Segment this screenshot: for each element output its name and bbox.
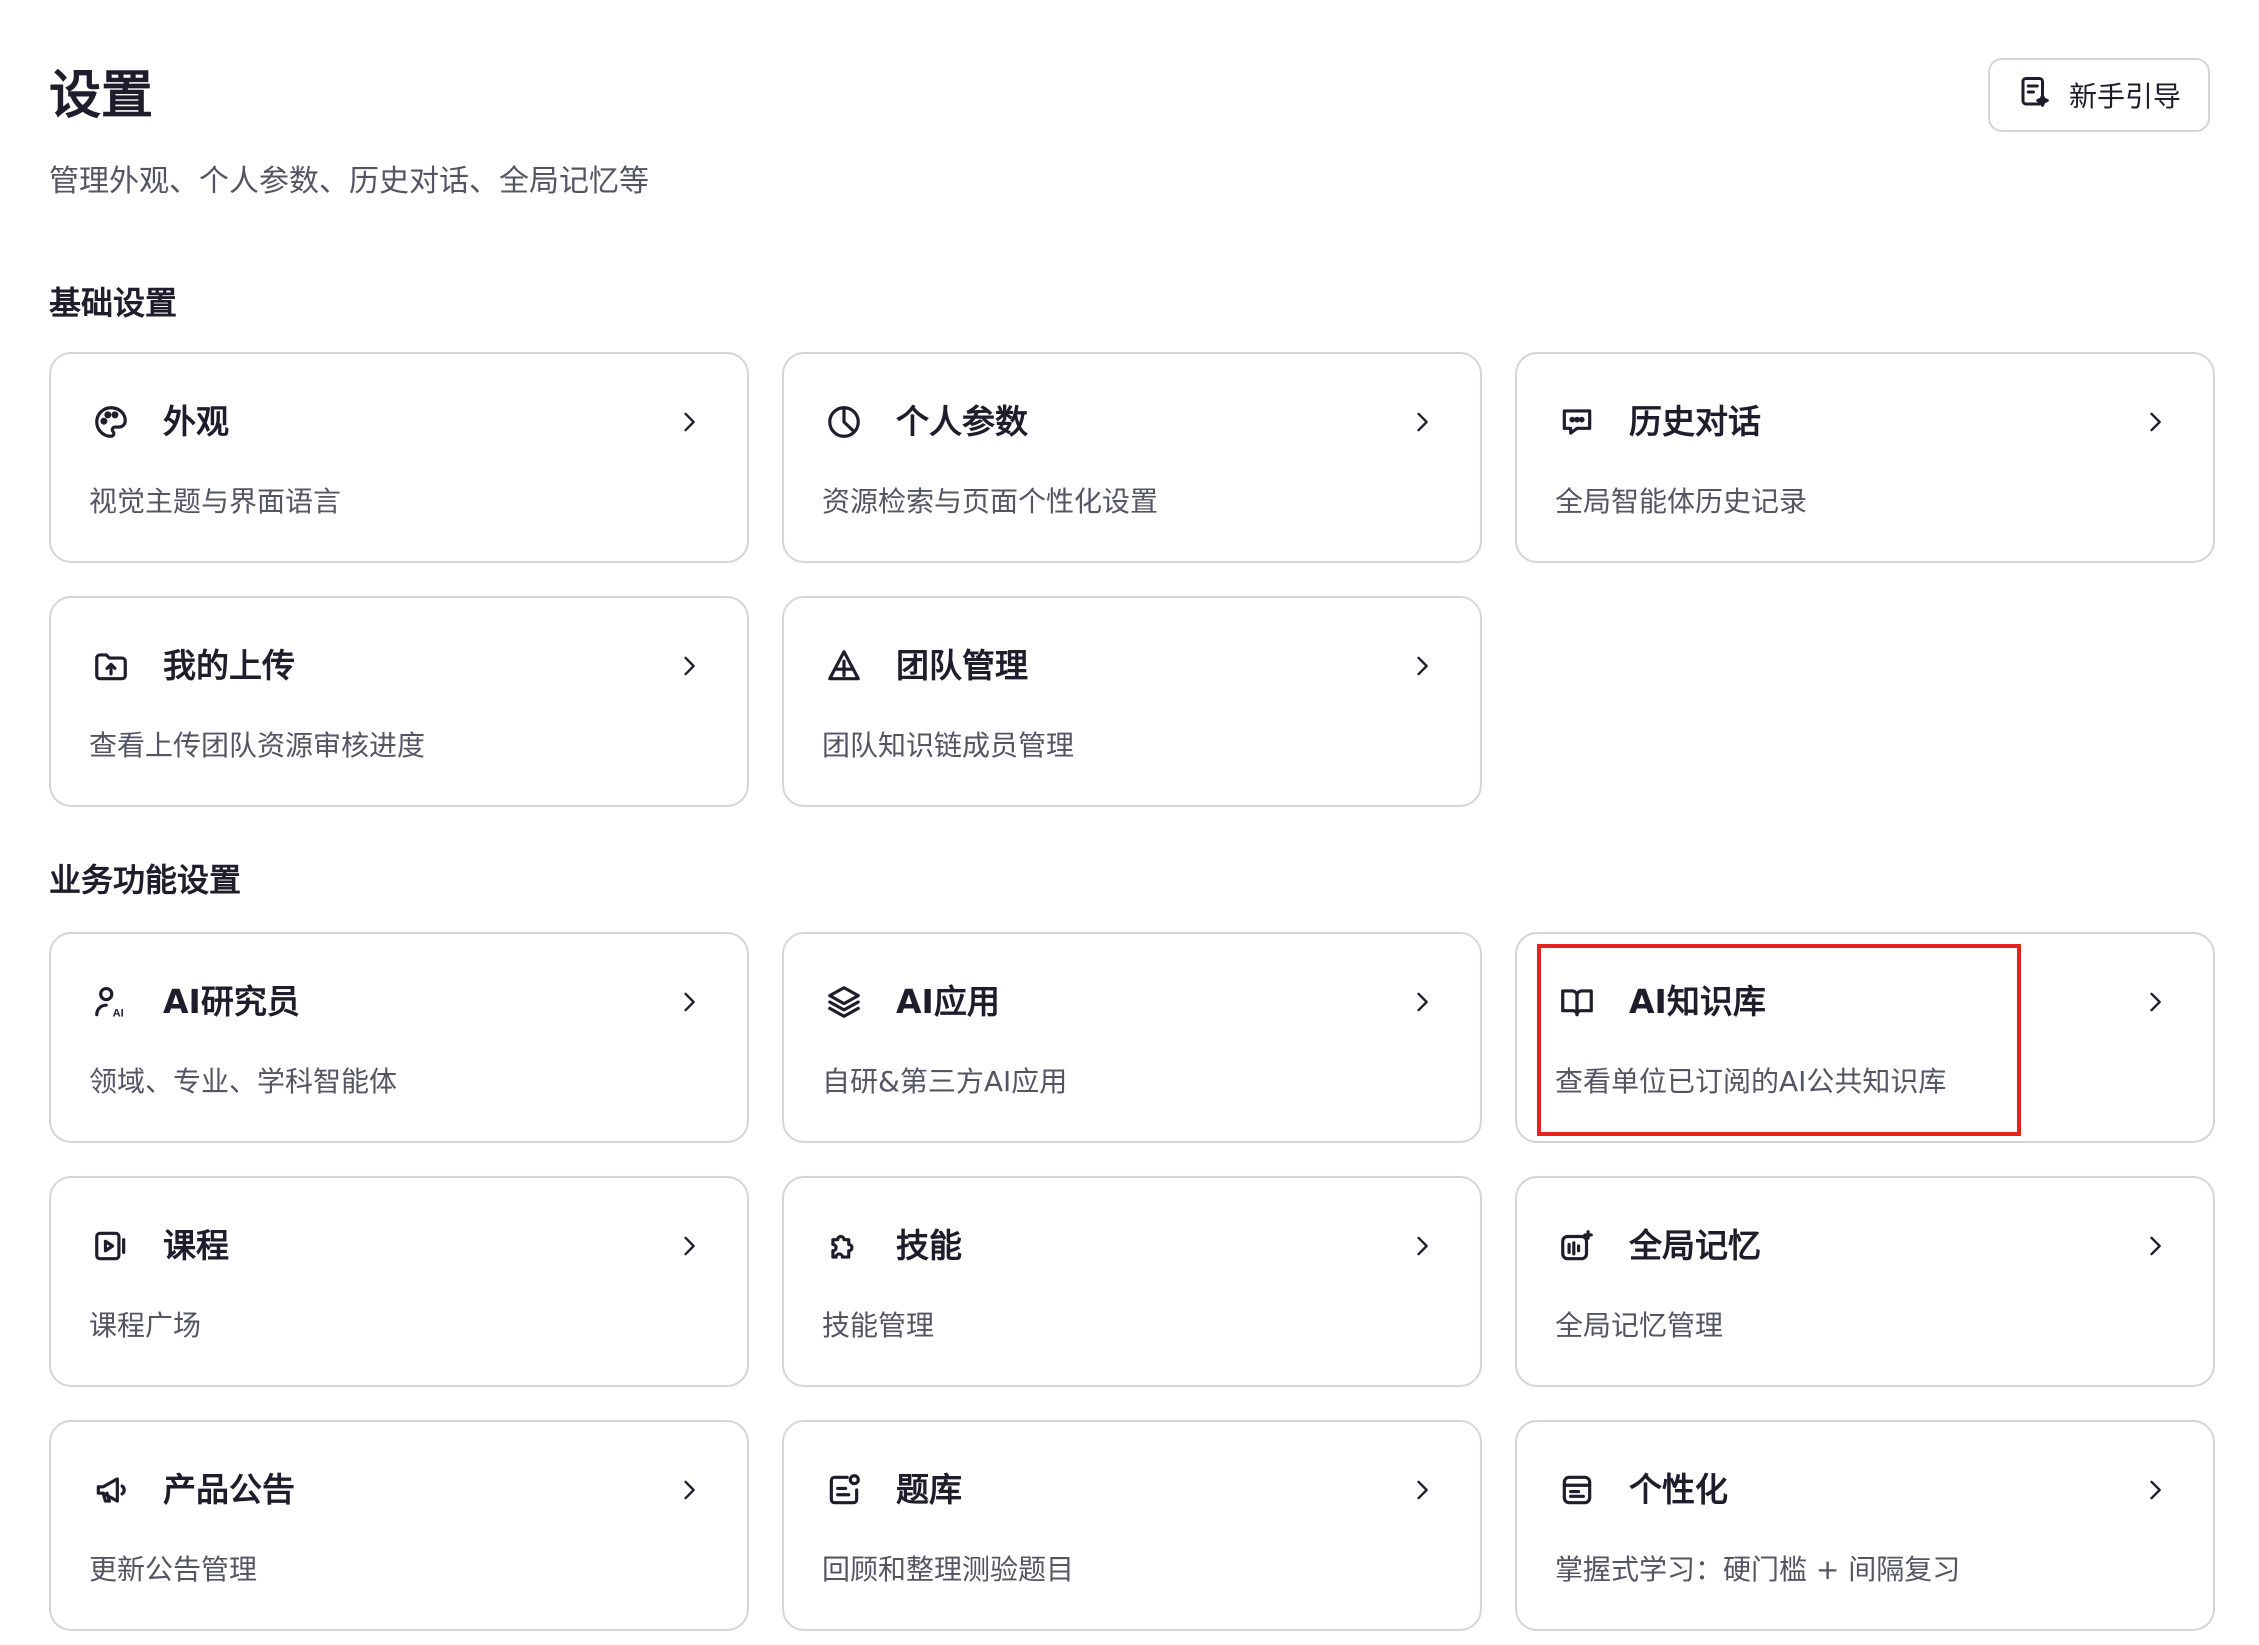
card-ai-researcher[interactable]: AI AI研究员 领域、专业、学科智能体 (49, 932, 749, 1143)
card-title: 题库 (896, 1470, 962, 1509)
card-description: 课程广场 (89, 1309, 202, 1342)
chevron-right-icon (2141, 1476, 2169, 1504)
card-description: 领域、专业、学科智能体 (89, 1065, 398, 1098)
card-title: 外观 (163, 402, 229, 441)
puzzle-icon (824, 1226, 864, 1266)
card-description: 团队知识链成员管理 (822, 729, 1075, 762)
team-icon (824, 646, 864, 686)
guide-button-label: 新手引导 (2068, 80, 2181, 113)
card-team-management[interactable]: 团队管理 团队知识链成员管理 (782, 596, 1482, 807)
chevron-right-icon (1408, 1476, 1436, 1504)
ai-researcher-icon: AI (91, 982, 131, 1022)
card-title: 产品公告 (163, 1470, 295, 1509)
chevron-right-icon (1408, 652, 1436, 680)
card-description: 技能管理 (822, 1309, 935, 1342)
personalize-icon (1557, 1470, 1597, 1510)
card-title: 历史对话 (1629, 402, 1761, 441)
card-title: 我的上传 (163, 646, 295, 685)
chevron-right-icon (675, 652, 703, 680)
business-settings-grid: AI AI研究员 领域、专业、学科智能体 AI应用 自研&第三方AI应用 AI知… (49, 932, 2215, 1631)
chat-history-icon (1557, 402, 1597, 442)
card-description: 自研&第三方AI应用 (822, 1065, 1068, 1098)
card-description: 掌握式学习：硬门槛 + 间隔复习 (1555, 1553, 1961, 1586)
card-description: 查看单位已订阅的AI公共知识库 (1555, 1065, 1947, 1098)
card-title: AI应用 (896, 982, 1000, 1021)
card-title: 全局记忆 (1629, 1226, 1761, 1265)
chevron-right-icon (675, 1476, 703, 1504)
chevron-right-icon (1408, 1232, 1436, 1260)
card-appearance[interactable]: 外观 视觉主题与界面语言 (49, 352, 749, 563)
chevron-right-icon (675, 1232, 703, 1260)
card-question-bank[interactable]: 题库 回顾和整理测验题目 (782, 1420, 1482, 1631)
card-title: 团队管理 (896, 646, 1028, 685)
question-bank-icon (824, 1470, 864, 1510)
card-product-announcements[interactable]: 产品公告 更新公告管理 (49, 1420, 749, 1631)
section-title-basic: 基础设置 (49, 284, 178, 322)
chevron-right-icon (2141, 1232, 2169, 1260)
card-title: 个性化 (1629, 1470, 1728, 1509)
page-subtitle: 管理外观、个人参数、历史对话、全局记忆等 (49, 164, 649, 199)
layers-icon (824, 982, 864, 1022)
svg-text:AI: AI (113, 1007, 124, 1019)
pie-chart-icon (824, 402, 864, 442)
card-title: AI知识库 (1629, 982, 1766, 1021)
chevron-right-icon (675, 988, 703, 1016)
card-skills[interactable]: 技能 技能管理 (782, 1176, 1482, 1387)
section-title-business: 业务功能设置 (49, 861, 242, 899)
course-icon (91, 1226, 131, 1266)
megaphone-icon (91, 1470, 131, 1510)
card-ai-apps[interactable]: AI应用 自研&第三方AI应用 (782, 932, 1482, 1143)
card-title: AI研究员 (163, 982, 300, 1021)
card-description: 全局智能体历史记录 (1555, 485, 1808, 518)
basic-settings-grid: 外观 视觉主题与界面语言 个人参数 资源检索与页面个性化设置 历史对话 全局智能… (49, 352, 2215, 807)
chevron-right-icon (675, 408, 703, 436)
memory-icon (1557, 1226, 1597, 1266)
card-title: 课程 (163, 1226, 229, 1265)
card-chat-history[interactable]: 历史对话 全局智能体历史记录 (1515, 352, 2215, 563)
beginner-guide-button[interactable]: 新手引导 (1988, 58, 2210, 132)
card-my-uploads[interactable]: 我的上传 查看上传团队资源审核进度 (49, 596, 749, 807)
card-description: 更新公告管理 (89, 1553, 258, 1586)
card-description: 查看上传团队资源审核进度 (89, 729, 426, 762)
card-description: 资源检索与页面个性化设置 (822, 485, 1159, 518)
book-icon (1557, 982, 1597, 1022)
chevron-right-icon (1408, 408, 1436, 436)
card-personal-params[interactable]: 个人参数 资源检索与页面个性化设置 (782, 352, 1482, 563)
page-title: 设置 (49, 66, 154, 126)
upload-folder-icon (91, 646, 131, 686)
card-title: 技能 (896, 1226, 962, 1265)
palette-icon (91, 402, 131, 442)
chevron-right-icon (2141, 408, 2169, 436)
card-personalization[interactable]: 个性化 掌握式学习：硬门槛 + 间隔复习 (1515, 1420, 2215, 1631)
chevron-right-icon (2141, 988, 2169, 1016)
guide-icon (2017, 74, 2053, 117)
chevron-right-icon (1408, 988, 1436, 1016)
card-ai-knowledge-base[interactable]: AI知识库 查看单位已订阅的AI公共知识库 (1515, 932, 2215, 1143)
card-title: 个人参数 (896, 402, 1028, 441)
card-description: 视觉主题与界面语言 (89, 485, 342, 518)
card-courses[interactable]: 课程 课程广场 (49, 1176, 749, 1387)
card-global-memory[interactable]: 全局记忆 全局记忆管理 (1515, 1176, 2215, 1387)
settings-page: 设置 管理外观、个人参数、历史对话、全局记忆等 新手引导 基础设置 外观 视觉主… (0, 0, 2259, 1645)
card-description: 全局记忆管理 (1555, 1309, 1724, 1342)
card-description: 回顾和整理测验题目 (822, 1553, 1075, 1586)
